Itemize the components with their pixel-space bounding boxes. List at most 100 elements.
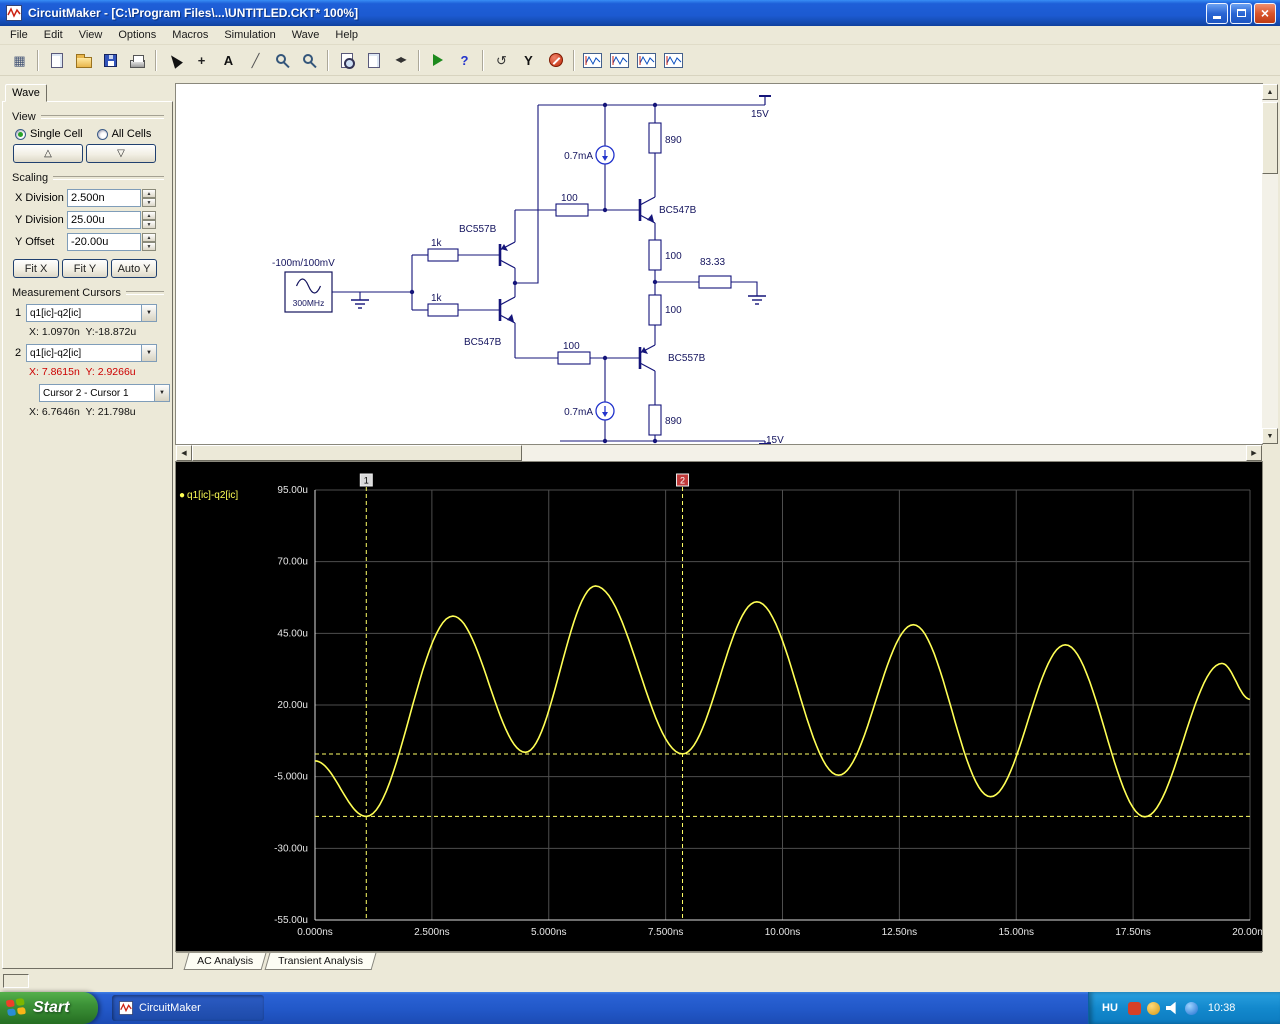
scope-waveform-icon bbox=[583, 52, 602, 68]
cursor-diff-readout: X: 6.7646n Y: 21.798u bbox=[29, 406, 136, 418]
tray-volume-icon[interactable] bbox=[1165, 1001, 1176, 1015]
scroll-right-button[interactable]: ▶ bbox=[1246, 445, 1262, 461]
place-part-button[interactable]: + bbox=[189, 48, 214, 73]
probe-tool-button[interactable]: Y bbox=[516, 48, 541, 73]
help-button[interactable]: ? bbox=[452, 48, 477, 73]
scroll-up-button[interactable]: ▲ bbox=[1262, 84, 1278, 100]
scope-display-button-4[interactable] bbox=[661, 48, 686, 73]
y-division-input[interactable] bbox=[67, 211, 141, 229]
open-file-button[interactable] bbox=[71, 48, 96, 73]
prev-cell-button[interactable]: △ bbox=[13, 144, 83, 163]
x-tick-label: 10.00ns bbox=[765, 927, 801, 938]
toolbar: ▦ + A ╱ ◀▶? ↺ Y bbox=[0, 45, 1280, 76]
toolbar-separator bbox=[573, 49, 575, 71]
single-cell-radio[interactable] bbox=[15, 128, 26, 140]
zoom-area-button[interactable] bbox=[297, 48, 322, 73]
horizontal-scrollbar[interactable]: ◀ ▶ bbox=[176, 445, 1262, 461]
step-navigation-icon: ◀▶ bbox=[395, 55, 406, 64]
menu-file[interactable]: File bbox=[2, 27, 36, 43]
toolbar-separator bbox=[418, 49, 420, 71]
spin-up-icon[interactable]: ▲ bbox=[142, 211, 156, 220]
tab-transient-analysis[interactable]: Transient Analysis bbox=[264, 953, 377, 970]
new-file-icon bbox=[50, 52, 63, 68]
step-navigation-button[interactable]: ◀▶ bbox=[388, 48, 413, 73]
scope-display-button-1[interactable] bbox=[580, 48, 605, 73]
tab-wave[interactable]: Wave bbox=[5, 84, 47, 102]
resistor bbox=[427, 303, 459, 317]
y-offset-input[interactable] bbox=[67, 233, 141, 251]
menu-simulation[interactable]: Simulation bbox=[216, 27, 283, 43]
scroll-left-button[interactable]: ◀ bbox=[176, 445, 192, 461]
waveform-plot[interactable]: 95.00u 70.00u 45.00u 20.00u -5.000u -30.00u -5… bbox=[176, 462, 1262, 951]
toolbar-separator bbox=[327, 49, 329, 71]
cursor-diff-value: Cursor 2 - Cursor 1 bbox=[43, 387, 129, 399]
tab-ac-analysis[interactable]: AC Analysis bbox=[183, 953, 267, 970]
menu-edit[interactable]: Edit bbox=[36, 27, 71, 43]
spin-down-icon[interactable]: ▼ bbox=[142, 198, 156, 207]
fit-buttons: Fit X Fit Y Auto Y bbox=[13, 259, 172, 278]
auto-y-button[interactable]: Auto Y bbox=[111, 259, 157, 278]
stop-simulation-button[interactable] bbox=[543, 48, 568, 73]
vertical-scrollbar[interactable]: ▲ ▼ bbox=[1262, 84, 1278, 444]
zoom-in-button[interactable] bbox=[270, 48, 295, 73]
resistor bbox=[648, 239, 662, 271]
transistor-label: BC557B bbox=[668, 353, 706, 364]
task-app-icon bbox=[119, 1001, 133, 1015]
print-button[interactable] bbox=[125, 48, 150, 73]
x-division-input[interactable] bbox=[67, 189, 141, 207]
fit-y-button[interactable]: Fit Y bbox=[62, 259, 108, 278]
menu-macros[interactable]: Macros bbox=[164, 27, 216, 43]
cursor-1-signal-select[interactable]: q1[ic]-q2[ic] ▼ bbox=[26, 304, 157, 322]
cursor-2-dropdown-button[interactable]: ▼ bbox=[141, 345, 156, 361]
wire-tool-button[interactable]: ╱ bbox=[243, 48, 268, 73]
x-division-spinner[interactable]: ▲ ▼ bbox=[142, 189, 156, 207]
tray-shield-icon[interactable] bbox=[1127, 1001, 1141, 1015]
cursor-diff-dropdown-button[interactable]: ▼ bbox=[154, 385, 169, 401]
help-icon: ? bbox=[460, 52, 469, 68]
maximize-button[interactable] bbox=[1230, 2, 1252, 24]
browse-mode-icon: ▦ bbox=[13, 52, 26, 68]
fit-x-button[interactable]: Fit X bbox=[13, 259, 59, 278]
tray-network-icon[interactable] bbox=[1184, 1001, 1198, 1015]
menu-help[interactable]: Help bbox=[327, 27, 366, 43]
minimize-button[interactable] bbox=[1206, 2, 1228, 24]
start-button[interactable]: Start bbox=[0, 992, 98, 1024]
scope-display-button-2[interactable] bbox=[607, 48, 632, 73]
spin-down-icon[interactable]: ▼ bbox=[142, 242, 156, 251]
zoom-page-button[interactable] bbox=[334, 48, 359, 73]
new-file-button[interactable] bbox=[44, 48, 69, 73]
browse-mode-button[interactable]: ▦ bbox=[7, 48, 32, 73]
y-division-spinner[interactable]: ▲ ▼ bbox=[142, 211, 156, 229]
save-file-button[interactable] bbox=[98, 48, 123, 73]
cursor-1-marker-label: 1 bbox=[364, 476, 369, 486]
language-indicator[interactable]: HU bbox=[1098, 1000, 1122, 1016]
spin-up-icon[interactable]: ▲ bbox=[142, 233, 156, 242]
vertical-scrollbar-thumb[interactable] bbox=[1262, 102, 1278, 174]
next-cell-button[interactable]: ▽ bbox=[86, 144, 156, 163]
undo-button[interactable]: ↺ bbox=[489, 48, 514, 73]
spin-down-icon[interactable]: ▼ bbox=[142, 220, 156, 229]
resistor bbox=[427, 248, 459, 262]
menu-view[interactable]: View bbox=[71, 27, 111, 43]
all-cells-radio[interactable] bbox=[96, 128, 108, 140]
circuitmaker-window: CircuitMaker - [C:\Program Files\...\UNT… bbox=[0, 0, 1280, 1024]
y-offset-spinner[interactable]: ▲ ▼ bbox=[142, 233, 156, 251]
text-tool-button[interactable]: A bbox=[216, 48, 241, 73]
close-button[interactable]: × bbox=[1254, 2, 1276, 24]
run-simulation-button[interactable] bbox=[425, 48, 450, 73]
cursor-1-dropdown-button[interactable]: ▼ bbox=[141, 305, 156, 321]
cursor-diff-select[interactable]: Cursor 2 - Cursor 1 ▼ bbox=[39, 384, 170, 402]
tray-update-icon[interactable] bbox=[1146, 1001, 1160, 1015]
horizontal-scrollbar-thumb[interactable] bbox=[192, 445, 522, 461]
select-tool-button[interactable] bbox=[162, 48, 187, 73]
cursor-2-signal-select[interactable]: q1[ic]-q2[ic] ▼ bbox=[26, 344, 157, 362]
menu-options[interactable]: Options bbox=[110, 27, 164, 43]
sheet-view-button[interactable] bbox=[361, 48, 386, 73]
taskbar-task-circuitmaker[interactable]: CircuitMaker bbox=[112, 995, 264, 1021]
menu-wave[interactable]: Wave bbox=[284, 27, 328, 43]
scope-display-button-3[interactable] bbox=[634, 48, 659, 73]
schematic-canvas[interactable]: 890 100 100 83.33 100 100 890 1k 1k 0.7mA 0.7mA BC5… bbox=[176, 84, 1262, 444]
spin-up-icon[interactable]: ▲ bbox=[142, 189, 156, 198]
taskbar-clock[interactable]: 10:38 bbox=[1208, 1002, 1236, 1014]
scroll-down-button[interactable]: ▼ bbox=[1262, 428, 1278, 444]
